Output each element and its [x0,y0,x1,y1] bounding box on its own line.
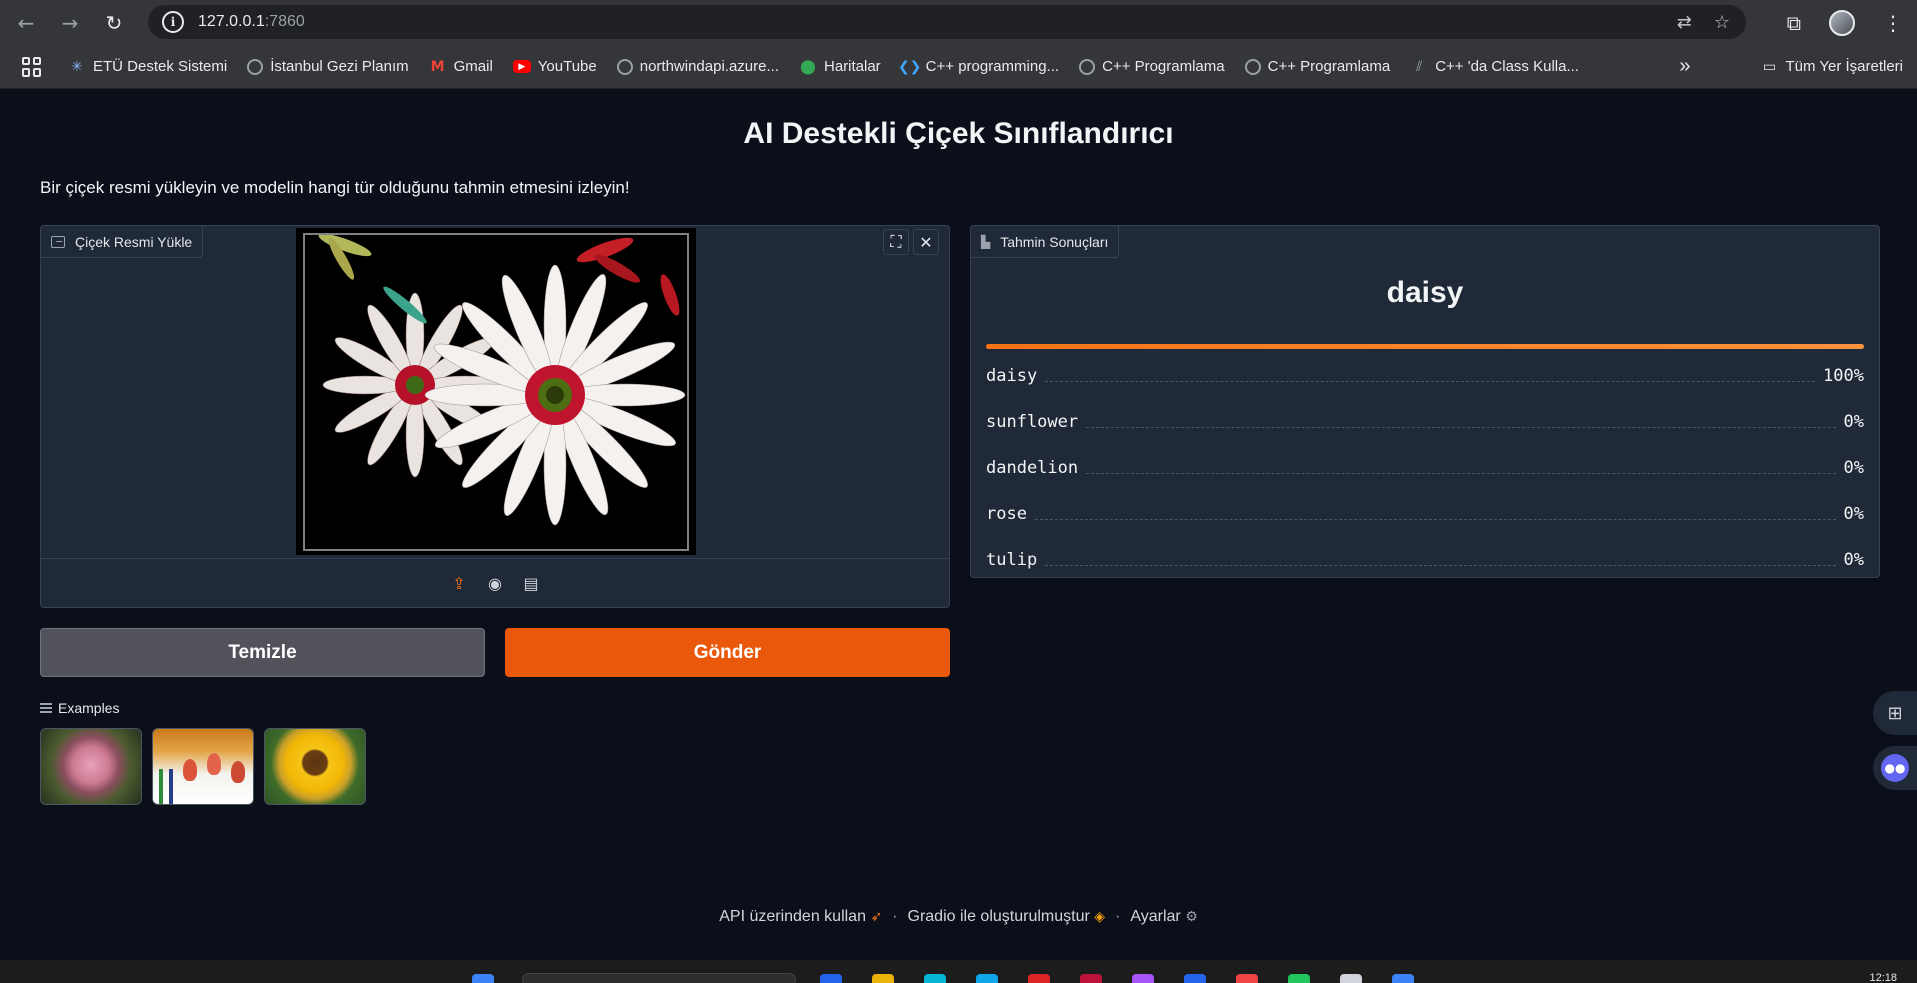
clear-button[interactable]: Temizle [40,628,485,677]
bookmark-star-icon[interactable]: ☆ [1714,12,1730,33]
bookmark-istanbul[interactable]: İstanbul Gezi Planım [247,58,409,75]
bookmark-etu[interactable]: ✳ ETÜ Destek Sistemi [68,58,227,76]
browser-toolbar: ← → ↻ i 127.0.0.1:7860 ⇄ ☆ ⧉ ⋮ [0,0,1917,45]
translate-icon[interactable]: ⇄ [1677,12,1692,33]
rocket-icon: ➶ [870,909,883,925]
taskbar-app-icon[interactable] [976,974,998,983]
globe-icon [1079,58,1096,75]
assistant-bot-button[interactable]: ●● [1873,746,1917,790]
taskbar-app-icon[interactable] [1392,974,1414,983]
page-title: AI Destekli Çiçek Sınıflandırıcı [743,117,1174,150]
globe-icon [247,58,264,75]
list-icon [40,703,52,713]
gear-icon: ⚙ [1185,909,1198,925]
gradio-logo-icon: ◈ [1094,909,1106,925]
profile-avatar[interactable] [1829,9,1855,36]
image-upload-panel: ⛶ ✕ Çiçek Resmi Yükle ⇪ ◉ ▤ [40,225,950,608]
clock: 12:18 [1869,972,1897,983]
all-bookmarks-folder[interactable]: ▭ Tüm Yer İşaretleri [1760,58,1903,76]
confidence-row-rose[interactable]: rose 0% [986,491,1864,537]
confidence-list: daisy 100% sunflower 0% dandelion 0% rose 0%… [986,353,1864,577]
prediction-results-panel: ▙ Tahmin Sonuçları daisy daisy 100% sunfl… [970,225,1880,578]
bookmark-gmail[interactable]: M Gmail [429,58,493,76]
url-text[interactable]: 127.0.0.1:7860 [198,13,305,31]
taskbar-app-icon[interactable] [820,974,842,983]
result-panel-label: ▙ Tahmin Sonuçları [971,226,1120,258]
bar-chart-icon: ▙ [981,234,991,249]
os-taskbar: 12:18 [0,960,1917,983]
upload-panel-label: Çiçek Resmi Yükle [41,226,204,258]
gradio-link[interactable]: Gradio ile oluşturulmuştur ◈ [908,908,1106,926]
clipboard-icon[interactable]: ▤ [520,573,542,595]
globe-icon [1244,58,1261,75]
example-rose-thumbnail[interactable] [40,728,142,805]
taskbar-app-icon[interactable] [1288,974,1310,983]
bookmark-youtube[interactable]: ▶ YouTube [512,58,597,75]
example-sunflower-thumbnail[interactable] [264,728,366,805]
taskbar-app-icon[interactable] [1132,974,1154,983]
confidence-row-daisy[interactable]: daisy 100% [986,353,1864,399]
star-burst-icon: ✳ [71,58,83,75]
taskbar-app-icon[interactable] [1080,974,1102,983]
bookmark-cpp-class[interactable]: ⫽ C++ 'da Class Kulla... [1410,58,1579,76]
submit-button[interactable]: Gönder [505,628,950,677]
close-icon[interactable]: ✕ [913,229,939,255]
bookmarks-bar: ✳ ETÜ Destek Sistemi İstanbul Gezi Planım… [0,45,1917,89]
more-bookmarks-chevron-icon[interactable]: » [1679,55,1690,78]
image-preview-area[interactable]: ⛶ ✕ [41,226,949,558]
maps-icon: ⬤ [800,58,816,75]
webcam-icon[interactable]: ◉ [484,573,506,595]
bookmark-cpp-programlama-1[interactable]: C++ Programlama [1079,58,1225,75]
bookmark-maps[interactable]: ⬤ Haritalar [799,58,881,76]
taskbar-app-icon[interactable] [1184,974,1206,983]
gmail-icon: M [430,58,445,75]
daisy-image [305,234,687,549]
taskbar-app-icon[interactable] [1340,974,1362,983]
confidence-row-tulip[interactable]: tulip 0% [986,537,1864,577]
examples-header: Examples [40,700,119,716]
footer: API üzerinden kullan ➶ · Gradio ile oluş… [719,908,1198,926]
vscode-icon: ❮❯ [897,58,922,75]
reload-icon[interactable]: ↻ [96,5,132,41]
folder-icon: ▭ [1762,58,1777,75]
address-bar[interactable]: i 127.0.0.1:7860 ⇄ ☆ [148,5,1746,39]
youtube-icon: ▶ [512,60,531,73]
top-prediction-label: daisy [1386,276,1464,309]
forward-arrow-icon[interactable]: → [52,5,88,41]
apps-grid-icon[interactable] [22,56,42,77]
taskbar-search[interactable] [522,973,796,983]
confidence-bar [986,344,1864,349]
page-description: Bir çiçek resmi yükleyin ve modelin hang… [40,178,630,197]
api-link[interactable]: API üzerinden kullan ➶ [719,908,882,926]
menu-kebab-icon[interactable]: ⋮ [1883,11,1903,35]
link-icon: ⫽ [1416,58,1423,75]
confidence-bar-fill [986,344,1864,349]
taskbar-app-icon[interactable] [872,974,894,983]
upload-icon[interactable]: ⇪ [448,573,470,595]
extensions-icon[interactable]: ⧉ [1787,11,1801,35]
bookmark-northwind[interactable]: northwindapi.azure... [616,58,779,75]
gradio-app: AI Destekli Çiçek Sınıflandırıcı Bir çiç… [0,90,1917,960]
side-apps-icon[interactable]: ⊞ [1873,691,1917,735]
windows-start-icon[interactable] [472,974,494,983]
bot-icon: ●● [1881,754,1909,782]
examples-gallery [40,728,366,805]
bookmark-cpp-programlama-2[interactable]: C++ Programlama [1244,58,1390,75]
example-tulip-thumbnail[interactable] [152,728,254,805]
taskbar-app-icon[interactable] [1028,974,1050,983]
settings-link[interactable]: Ayarlar ⚙ [1130,908,1197,926]
image-source-bar: ⇪ ◉ ▤ [41,558,949,607]
taskbar-app-icon[interactable] [924,974,946,983]
confidence-row-sunflower[interactable]: sunflower 0% [986,399,1864,445]
site-info-icon[interactable]: i [162,11,184,33]
bookmark-cpp-programming[interactable]: ❮❯ C++ programming... [897,58,1059,76]
globe-icon [616,58,633,75]
confidence-row-dandelion[interactable]: dandelion 0% [986,445,1864,491]
uploaded-image [296,228,696,555]
back-arrow-icon[interactable]: ← [8,5,44,41]
fullscreen-icon[interactable]: ⛶ [883,229,909,255]
image-icon [51,235,65,248]
taskbar-app-icon[interactable] [1236,974,1258,983]
